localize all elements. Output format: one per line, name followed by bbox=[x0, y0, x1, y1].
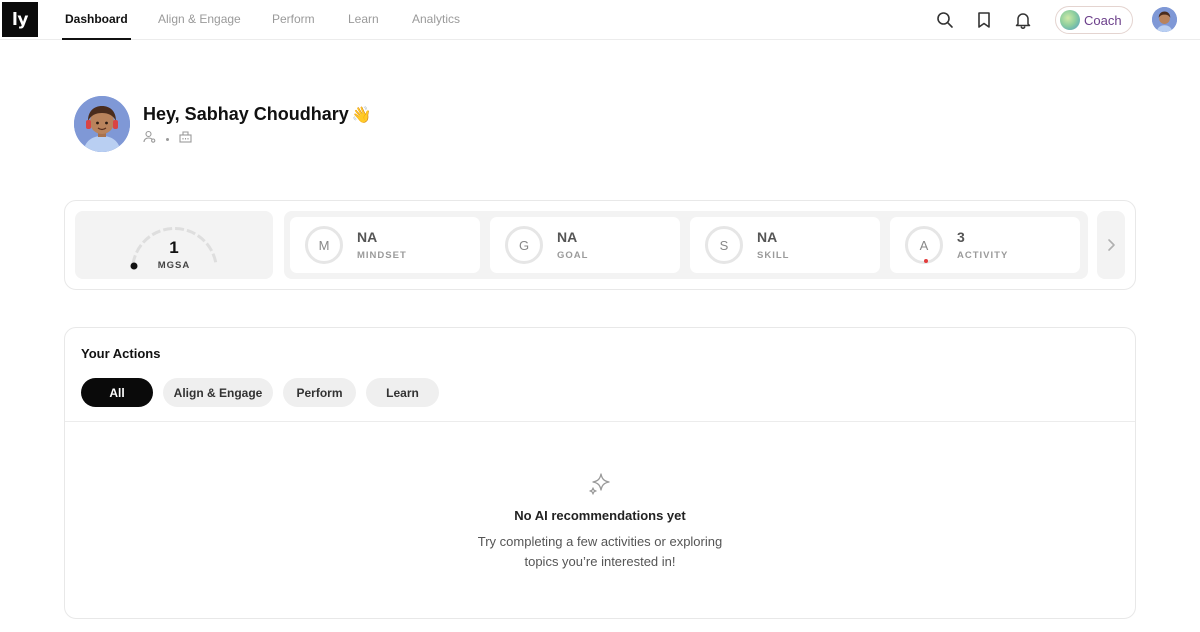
wave-emoji: 👋 bbox=[351, 107, 372, 124]
actions-title: Your Actions bbox=[81, 346, 161, 361]
coach-label: Coach bbox=[1084, 12, 1122, 28]
empty-state-title: No AI recommendations yet bbox=[514, 508, 686, 523]
goal-letter: G bbox=[518, 237, 530, 253]
coach-orb-icon bbox=[1060, 10, 1080, 30]
mindset-letter: M bbox=[318, 237, 330, 253]
actions-card: Your Actions All Align & Engage Perform … bbox=[64, 327, 1136, 619]
filter-chip-learn[interactable]: Learn bbox=[366, 378, 439, 407]
goal-ring: G bbox=[505, 226, 543, 264]
person-badge-icon bbox=[143, 130, 156, 148]
activity-ring: A bbox=[905, 226, 943, 264]
metric-card-mindset[interactable]: M NA MINDSET bbox=[290, 217, 480, 273]
activity-label: ACTIVITY bbox=[957, 250, 1009, 261]
greeting-heading: Hey, Sabhay Choudhary 👋 bbox=[143, 104, 372, 125]
score-card: 1 MGSA M NA MINDSET G NA GOAL S NA SKILL… bbox=[64, 200, 1136, 290]
mgsa-value: 1 bbox=[169, 238, 179, 257]
mindset-ring: M bbox=[305, 226, 343, 264]
mindset-value: NA bbox=[357, 229, 378, 245]
mindset-label: MINDSET bbox=[357, 250, 407, 261]
skill-letter: S bbox=[719, 237, 729, 253]
nav-tab-dashboard[interactable]: Dashboard bbox=[62, 0, 131, 40]
filter-chip-align-engage[interactable]: Align & Engage bbox=[163, 378, 273, 407]
activity-value: 3 bbox=[957, 229, 965, 245]
bookmark-icon[interactable] bbox=[973, 9, 995, 31]
goal-label: GOAL bbox=[557, 250, 589, 261]
skill-value: NA bbox=[757, 229, 778, 245]
coach-button[interactable]: Coach bbox=[1055, 6, 1133, 34]
mgsa-label: MGSA bbox=[157, 260, 191, 271]
activity-letter: A bbox=[919, 237, 929, 253]
profile-meta bbox=[143, 130, 192, 148]
profile-avatar bbox=[74, 96, 130, 152]
metric-card-skill[interactable]: S NA SKILL bbox=[690, 217, 880, 273]
sparkle-icon bbox=[588, 471, 614, 497]
nav-tab-learn[interactable]: Learn bbox=[348, 0, 379, 40]
nav-tab-perform[interactable]: Perform bbox=[272, 0, 315, 40]
skill-label: SKILL bbox=[757, 250, 790, 261]
app-logo[interactable]: ly bbox=[2, 2, 38, 37]
goal-value: NA bbox=[557, 229, 578, 245]
building-icon bbox=[179, 130, 192, 148]
empty-state-line-2: topics you’re interested in! bbox=[524, 554, 676, 569]
filter-chip-perform[interactable]: Perform bbox=[283, 378, 356, 407]
chevron-right-icon[interactable] bbox=[1097, 211, 1125, 279]
user-avatar[interactable] bbox=[1152, 7, 1177, 32]
bell-icon[interactable] bbox=[1012, 9, 1034, 31]
skill-ring: S bbox=[705, 226, 743, 264]
metric-card-activity[interactable]: A 3 ACTIVITY bbox=[890, 217, 1080, 273]
meta-separator bbox=[166, 137, 169, 141]
actions-divider bbox=[65, 421, 1135, 422]
nav-tab-analytics[interactable]: Analytics bbox=[412, 0, 460, 40]
empty-state-line-1: Try completing a few activities or explo… bbox=[477, 534, 723, 549]
metric-card-goal[interactable]: G NA GOAL bbox=[490, 217, 680, 273]
activity-progress-dot bbox=[924, 259, 928, 263]
greeting-text: Hey, Sabhay Choudhary bbox=[143, 104, 349, 124]
mgsa-score-panel[interactable]: 1 MGSA bbox=[75, 211, 273, 279]
filter-chip-all[interactable]: All bbox=[81, 378, 153, 407]
nav-tab-align-engage[interactable]: Align & Engage bbox=[158, 0, 241, 40]
metrics-strip: M NA MINDSET G NA GOAL S NA SKILL A 3 AC… bbox=[284, 211, 1088, 279]
top-navigation: ly Dashboard Align & Engage Perform Lear… bbox=[0, 0, 1200, 40]
search-icon[interactable] bbox=[934, 9, 956, 31]
